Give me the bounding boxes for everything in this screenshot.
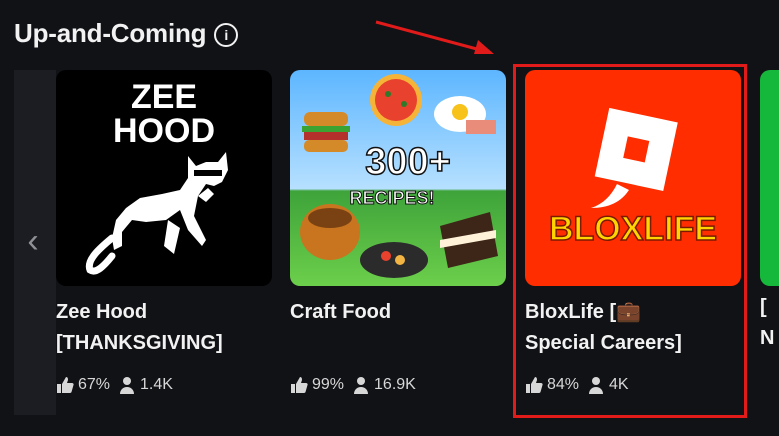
section-title[interactable]: Up-and-Coming — [14, 18, 207, 49]
players-stat: 16.9K — [352, 376, 416, 394]
player-count: 1.4K — [140, 376, 173, 393]
thumb-text-line2: RECIPES! — [349, 188, 434, 208]
game-card-craft-food[interactable]: 300+ RECIPES! Craft Food 99% 16.9K — [290, 70, 506, 394]
thumb-text-line2: HOOD — [113, 112, 215, 150]
thumbs-up-icon — [57, 377, 74, 393]
craft-food-artwork: 300+ RECIPES! — [300, 74, 498, 278]
thumbs-up-icon — [291, 377, 308, 393]
game-stats: 99% 16.9K — [290, 376, 416, 394]
chevron-left-icon[interactable]: ‹ — [22, 224, 44, 258]
thumb-text-line1: ZEE — [131, 78, 197, 116]
like-stat: 99% — [290, 376, 344, 394]
game-card-zee-hood[interactable]: ZEE HOOD Zee Hood [THANKSGIVING] 67% 1.4… — [56, 70, 272, 394]
like-stat: 67% — [56, 376, 110, 394]
zee-hood-artwork: ZEE HOOD — [85, 78, 228, 275]
user-icon — [120, 377, 135, 394]
highlight-box — [513, 64, 747, 418]
game-title-line2[interactable]: [THANKSGIVING] — [56, 328, 272, 359]
user-icon — [354, 377, 369, 394]
game-thumbnail[interactable]: ZEE HOOD — [56, 70, 272, 286]
players-stat: 1.4K — [118, 376, 173, 394]
like-percentage: 67% — [78, 376, 111, 393]
next-title-line1[interactable]: [ — [760, 292, 779, 323]
section-header: Up-and-Coming i — [14, 18, 239, 49]
info-icon[interactable]: i — [214, 22, 239, 47]
game-title[interactable]: Zee Hood [THANKSGIVING] — [56, 297, 272, 359]
next-game-title[interactable]: [N — [760, 292, 779, 354]
like-percentage: 99% — [312, 376, 345, 393]
game-title-line1[interactable]: Zee Hood — [56, 297, 272, 328]
annotation-arrow — [375, 20, 494, 54]
game-thumbnail[interactable]: 300+ RECIPES! — [290, 70, 506, 286]
next-game-thumbnail[interactable] — [760, 70, 779, 286]
game-title-line1[interactable]: Craft Food — [290, 297, 506, 328]
next-title-line2[interactable]: N — [760, 323, 779, 354]
scroll-left-panel[interactable]: ‹ — [14, 70, 56, 415]
game-title[interactable]: Craft Food — [290, 297, 506, 328]
player-count: 16.9K — [374, 376, 416, 393]
thumb-text-line1: 300+ — [365, 141, 451, 183]
game-stats: 67% 1.4K — [56, 376, 173, 394]
